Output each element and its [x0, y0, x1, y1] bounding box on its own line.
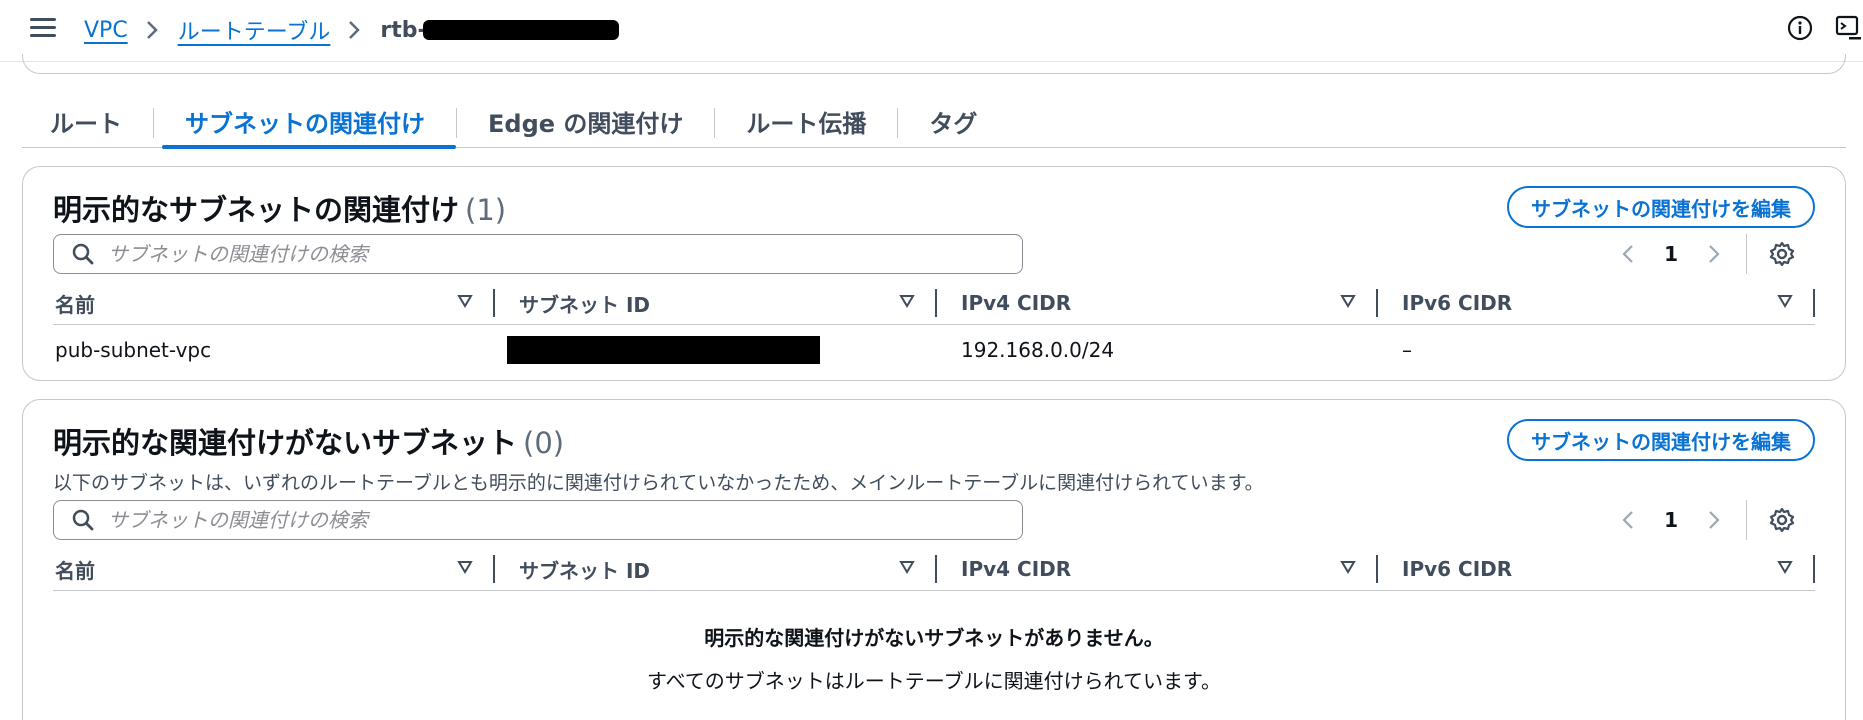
- search-field[interactable]: [53, 500, 1023, 540]
- table-header: 名前 サブネット ID IPv4 CIDR IPv6 CIDR: [53, 281, 1815, 325]
- breadcrumb-current: rtb-: [380, 17, 619, 43]
- explicit-count: (1): [465, 193, 507, 227]
- chevron-left-icon[interactable]: [1618, 243, 1640, 265]
- cell-ipv4-cidr: 192.168.0.0/24: [961, 338, 1115, 362]
- column-header-subnet-id[interactable]: サブネット ID: [495, 547, 937, 591]
- pager-divider: [1746, 234, 1747, 274]
- column-label: 名前: [55, 558, 95, 583]
- search-input[interactable]: [108, 242, 988, 266]
- tab-list: ルート サブネットの関連付け Edge の関連付け ルート伝播 タグ: [22, 92, 1846, 149]
- breadcrumb-route-tables-link[interactable]: ルートテーブル: [178, 14, 331, 46]
- cell-subnet-id: [495, 325, 937, 375]
- page-number[interactable]: 1: [1664, 508, 1678, 532]
- page-number[interactable]: 1: [1664, 242, 1678, 266]
- column-header-ipv4-cidr[interactable]: IPv4 CIDR: [937, 547, 1378, 591]
- chevron-left-icon[interactable]: [1618, 509, 1640, 531]
- column-label: サブネット ID: [519, 292, 651, 317]
- search-input[interactable]: [108, 508, 988, 532]
- sort-caret-icon[interactable]: [457, 559, 473, 575]
- column-header-ipv4-cidr[interactable]: IPv4 CIDR: [937, 281, 1378, 325]
- column-label: IPv6 CIDR: [1402, 291, 1513, 315]
- sort-caret-icon[interactable]: [1777, 559, 1793, 575]
- panel-title: 明示的なサブネットの関連付け (1): [53, 187, 506, 229]
- column-header-name[interactable]: 名前: [53, 547, 495, 591]
- tab-subnet-associations[interactable]: サブネットの関連付け: [154, 92, 456, 149]
- sort-caret-icon[interactable]: [1340, 293, 1356, 309]
- subnets-without-explicit-association-panel: 明示的な関連付けがないサブネット (0) サブネットの関連付けを編集 以下のサブネ…: [22, 399, 1846, 720]
- chevron-right-icon[interactable]: [1702, 243, 1724, 265]
- hamburger-menu-icon[interactable]: [30, 18, 56, 40]
- top-navigation-bar: VPC ルートテーブル rtb-: [0, 0, 1863, 62]
- column-label: サブネット ID: [519, 558, 651, 583]
- sort-caret-icon[interactable]: [1777, 293, 1793, 309]
- column-header-name[interactable]: 名前: [53, 281, 495, 325]
- table-header: 名前 サブネット ID IPv4 CIDR IPv6 CIDR: [53, 547, 1815, 591]
- previous-section-card-edge: [22, 54, 1846, 74]
- table-row[interactable]: pub-subnet-vpc 192.168.0.0/24 –: [53, 325, 1815, 375]
- explicit-subnet-associations-panel: 明示的なサブネットの関連付け(1) サブネットの関連付けを編集 1 名前 サブネ…: [22, 166, 1846, 381]
- implicit-count: (0): [523, 426, 565, 460]
- column-label: IPv4 CIDR: [961, 291, 1072, 315]
- edit-subnet-associations-button[interactable]: サブネットの関連付けを編集: [1507, 419, 1815, 461]
- cell-name: pub-subnet-vpc: [55, 338, 212, 362]
- search-field[interactable]: [53, 234, 1023, 274]
- column-header-ipv6-cidr[interactable]: IPv6 CIDR: [1378, 547, 1815, 591]
- edit-subnet-associations-button[interactable]: サブネットの関連付けを編集: [1507, 186, 1815, 228]
- explicit-title: 明示的なサブネットの関連付け: [53, 193, 460, 227]
- tab-tags[interactable]: タグ: [898, 92, 1008, 148]
- sort-caret-icon[interactable]: [899, 559, 915, 575]
- console-icon[interactable]: [1835, 14, 1863, 42]
- sort-caret-icon[interactable]: [1340, 559, 1356, 575]
- info-icon[interactable]: [1787, 15, 1813, 41]
- gear-icon[interactable]: [1769, 507, 1795, 533]
- gear-icon[interactable]: [1769, 241, 1795, 267]
- redacted-subnet-id: [507, 336, 820, 364]
- sort-caret-icon[interactable]: [899, 293, 915, 309]
- search-icon: [72, 509, 94, 531]
- breadcrumb-vpc-link[interactable]: VPC: [84, 18, 128, 43]
- implicit-title: 明示的な関連付けがないサブネット: [53, 426, 518, 460]
- column-label: IPv4 CIDR: [961, 557, 1072, 581]
- tab-edge-associations[interactable]: Edge の関連付け: [457, 92, 714, 148]
- column-header-subnet-id[interactable]: サブネット ID: [495, 281, 937, 325]
- sort-caret-icon[interactable]: [457, 293, 473, 309]
- chevron-right-icon[interactable]: [1702, 509, 1724, 531]
- pager-divider: [1746, 500, 1747, 540]
- column-label: IPv6 CIDR: [1402, 557, 1513, 581]
- pagination: 1: [1618, 234, 1795, 274]
- pagination: 1: [1618, 500, 1795, 540]
- tab-routes[interactable]: ルート: [22, 92, 153, 148]
- search-icon: [72, 243, 94, 265]
- empty-state-title: 明示的な関連付けがないサブネットがありません。: [704, 626, 1164, 650]
- empty-state: 明示的な関連付けがないサブネットがありません。 すべてのサブネットはルートテーブ…: [53, 622, 1815, 694]
- column-header-ipv6-cidr[interactable]: IPv6 CIDR: [1378, 281, 1815, 325]
- column-label: 名前: [55, 292, 95, 317]
- chevron-right-icon: [348, 18, 362, 42]
- panel-title: 明示的な関連付けがないサブネット (0): [53, 420, 564, 462]
- tabs-area: ルート サブネットの関連付け Edge の関連付け ルート伝播 タグ: [0, 54, 1863, 150]
- route-table-id-prefix: rtb-: [380, 17, 427, 43]
- redacted-route-table-id: [422, 20, 619, 40]
- chevron-right-icon: [146, 18, 160, 42]
- cell-ipv6-cidr: –: [1402, 338, 1412, 362]
- breadcrumb: VPC ルートテーブル rtb-: [84, 14, 619, 46]
- column-resizer[interactable]: [1813, 289, 1815, 317]
- tab-route-propagation[interactable]: ルート伝播: [715, 92, 897, 148]
- empty-state-description: すべてのサブネットはルートテーブルに関連付けられています。: [647, 669, 1221, 693]
- panel-description: 以下のサブネットは、いずれのルートテーブルとも明示的に関連付けられていなかったた…: [53, 472, 1264, 494]
- column-resizer[interactable]: [1813, 555, 1815, 583]
